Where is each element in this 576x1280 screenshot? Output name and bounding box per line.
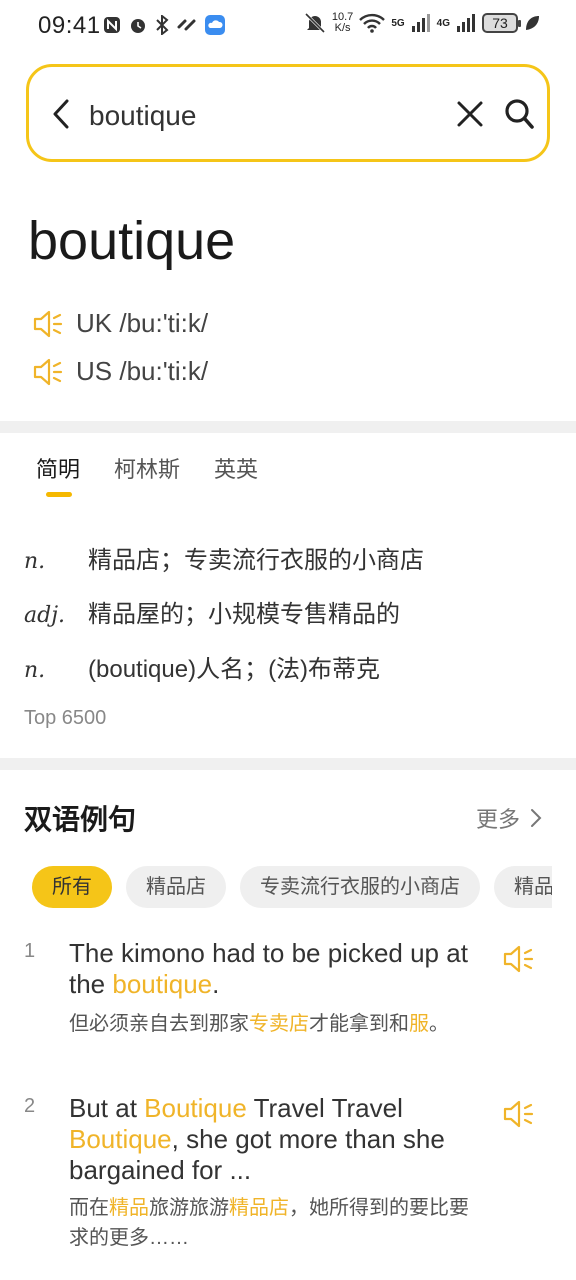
sentence-text: . bbox=[212, 969, 220, 999]
pronunciation-uk-text: UK /bu:'ti:k/ bbox=[76, 308, 209, 338]
chevron-right-icon bbox=[531, 809, 542, 827]
sentence-text: 但必须亲自去到那家 bbox=[69, 1013, 249, 1035]
network-speed: 10.7 K/s bbox=[332, 12, 353, 34]
more-examples-button[interactable]: 更多 bbox=[476, 802, 542, 834]
search-input[interactable]: boutique bbox=[89, 100, 196, 132]
speaker-icon[interactable] bbox=[32, 357, 64, 387]
search-icon[interactable] bbox=[503, 97, 535, 131]
network-5g-label: 5G bbox=[391, 17, 405, 29]
wifi-icon bbox=[359, 13, 386, 33]
definition-row: n. (boutique)人名；(法)布蒂克 bbox=[24, 649, 380, 684]
highlighted-term: boutique bbox=[112, 969, 213, 999]
definition-text: 精品店；专卖流行衣服的小商店 bbox=[88, 547, 424, 574]
leaf-icon bbox=[526, 16, 539, 30]
highlighted-term: Boutique bbox=[69, 1124, 172, 1154]
definition-text: 精品屋的；小规模专售精品的 bbox=[88, 601, 400, 628]
section-divider bbox=[0, 421, 576, 433]
highlighted-term: 专卖店 bbox=[249, 1013, 309, 1035]
speaker-icon[interactable] bbox=[32, 309, 64, 339]
pronunciation-us[interactable]: US /bu:'ti:k/ bbox=[32, 356, 208, 387]
part-of-speech: n. bbox=[24, 658, 46, 683]
back-arrow-icon[interactable] bbox=[49, 97, 75, 131]
part-of-speech: n. bbox=[24, 549, 46, 574]
battery-indicator: 73 bbox=[482, 13, 521, 33]
frequency-rank: Top 6500 bbox=[24, 707, 107, 729]
sentence-text: 才能拿到和 bbox=[309, 1013, 409, 1035]
nfc-icon bbox=[104, 17, 120, 33]
status-time: 09:41 bbox=[38, 12, 101, 39]
status-bar: 09:41 10.7 K/s 5G 4G 73 bbox=[0, 0, 576, 56]
highlighted-term: Boutique bbox=[144, 1093, 247, 1123]
filter-chips: 所有 精品店 专卖流行衣服的小商店 精品 bbox=[32, 866, 552, 910]
example-chinese: 而在精品旅游旅游精品店，她所得到的要比要求的更多…… bbox=[69, 1193, 479, 1253]
alarm-icon bbox=[131, 19, 145, 33]
example-english: The kimono had to be picked up at the bo… bbox=[69, 938, 499, 1000]
pronunciation-us-text: US /bu:'ti:k/ bbox=[76, 356, 209, 386]
speaker-icon[interactable] bbox=[502, 944, 536, 974]
network-4g-label: 4G bbox=[436, 17, 450, 29]
part-of-speech: adj. bbox=[24, 603, 66, 628]
highlighted-term: 精品 bbox=[109, 1197, 149, 1219]
example-number: 1 bbox=[24, 940, 36, 962]
highlighted-term: 服 bbox=[409, 1013, 429, 1035]
chip-fashion-shop[interactable]: 专卖流行衣服的小商店 bbox=[240, 866, 480, 908]
examples-section-title: 双语例句 bbox=[24, 804, 137, 835]
tab-english-english[interactable]: 英英 bbox=[214, 452, 258, 484]
chip-boutique[interactable]: 精品 bbox=[494, 866, 552, 908]
sentence-text: 旅游旅游 bbox=[149, 1197, 229, 1219]
link-icon bbox=[177, 19, 196, 31]
headword: boutique bbox=[28, 211, 236, 271]
sentence-text: But at bbox=[69, 1093, 145, 1123]
definition-row: adj. 精品屋的；小规模专售精品的 bbox=[24, 594, 400, 629]
speed-unit: K/s bbox=[334, 22, 351, 34]
close-icon[interactable] bbox=[455, 99, 485, 129]
status-right-icons: 10.7 K/s 5G 4G 73 bbox=[304, 12, 540, 34]
chip-boutique-store[interactable]: 精品店 bbox=[126, 866, 226, 908]
example-number: 2 bbox=[24, 1095, 36, 1117]
tab-collins[interactable]: 柯林斯 bbox=[114, 452, 180, 484]
section-divider bbox=[0, 758, 576, 770]
signal-icon bbox=[411, 14, 430, 32]
active-tab-indicator bbox=[46, 492, 72, 497]
chip-all[interactable]: 所有 bbox=[32, 866, 112, 908]
speaker-icon[interactable] bbox=[502, 1099, 536, 1129]
more-label: 更多 bbox=[475, 807, 520, 832]
definition-text: (boutique)人名；(法)布蒂克 bbox=[88, 656, 381, 683]
cloud-app-icon bbox=[205, 15, 225, 35]
pronunciation-uk[interactable]: UK /bu:'ti:k/ bbox=[32, 308, 208, 339]
example-chinese: 但必须亲自去到那家专卖店才能拿到和服。 bbox=[69, 1009, 479, 1039]
highlighted-term: 精品店 bbox=[229, 1197, 289, 1219]
definition-row: n. 精品店；专卖流行衣服的小商店 bbox=[24, 540, 424, 575]
sentence-text: 而在 bbox=[69, 1197, 109, 1219]
search-bar[interactable]: boutique bbox=[26, 64, 550, 162]
sentence-text: Travel Travel bbox=[246, 1093, 403, 1123]
dictionary-tabs: 简明 柯林斯 英英 bbox=[36, 452, 258, 484]
bluetooth-icon bbox=[156, 15, 169, 35]
mute-icon bbox=[304, 12, 325, 34]
sentence-text: 。 bbox=[429, 1013, 449, 1035]
status-left-icons bbox=[102, 14, 226, 36]
tab-concise[interactable]: 简明 bbox=[36, 452, 80, 484]
example-english: But at Boutique Travel Travel Boutique, … bbox=[69, 1093, 499, 1186]
signal-icon-2 bbox=[457, 14, 475, 32]
